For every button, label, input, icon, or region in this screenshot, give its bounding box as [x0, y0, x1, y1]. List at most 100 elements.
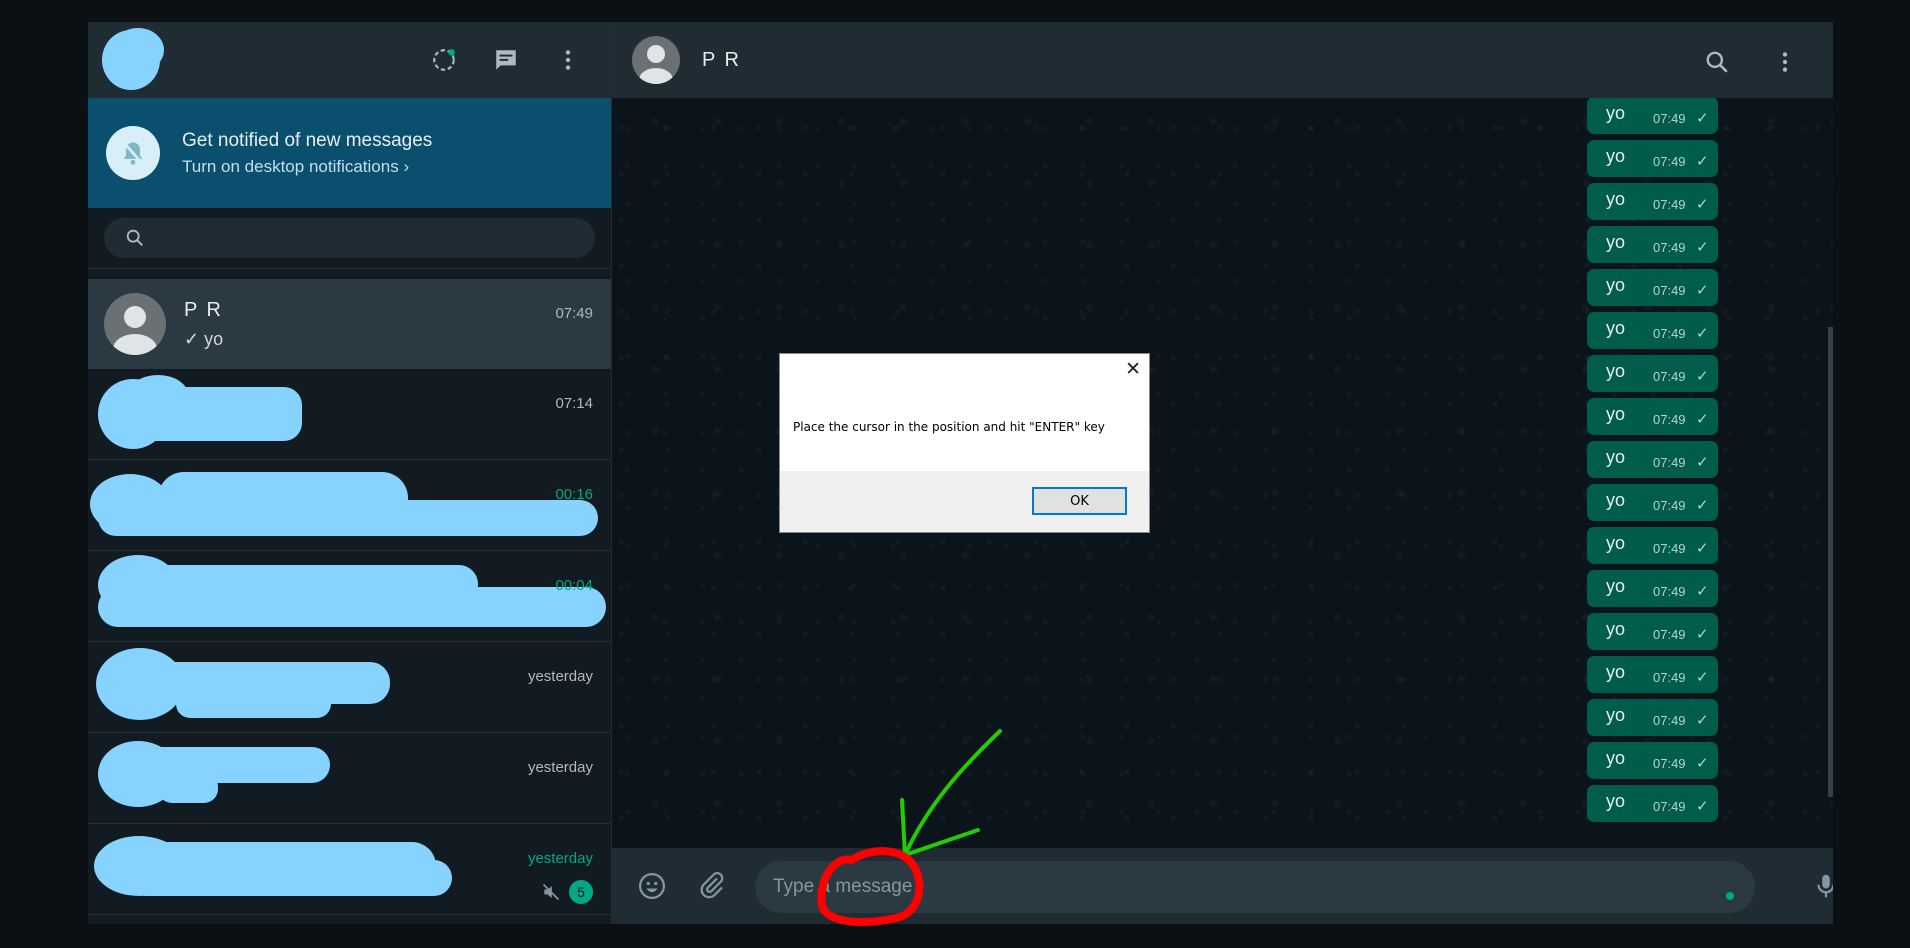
dialog-message: Place the cursor in the position and hit…: [793, 420, 1105, 434]
message-time: 07:49: [1653, 240, 1686, 255]
message-text: yo: [1606, 619, 1626, 639]
message-time: 07:49: [1653, 369, 1686, 384]
search-bar: [88, 208, 611, 269]
sent-check-icon: ✓: [1696, 540, 1709, 557]
chat-item-redacted[interactable]: 00:16: [88, 460, 611, 551]
message-bubble[interactable]: yo 07:49 ✓: [1587, 269, 1718, 306]
message-text: yo: [1606, 748, 1626, 768]
kebab-menu-icon[interactable]: [1767, 44, 1803, 80]
message-input[interactable]: [755, 861, 1755, 913]
message-text: yo: [1606, 662, 1626, 682]
message-time: 07:49: [1653, 111, 1686, 126]
message-text: yo: [1606, 705, 1626, 725]
message-bubble[interactable]: yo 07:49 ✓: [1587, 656, 1718, 693]
close-icon[interactable]: ✕: [1125, 358, 1141, 380]
microphone-icon[interactable]: [1808, 868, 1833, 904]
message-bubble[interactable]: yo 07:49 ✓: [1587, 183, 1718, 220]
message-bubble[interactable]: yo 07:49 ✓: [1587, 484, 1718, 521]
chat-time: yesterday: [527, 850, 593, 867]
sidebar: Get notified of new messages Turn on des…: [88, 22, 612, 924]
chat-item-pr[interactable]: P R ✓ yo 07:49: [88, 279, 611, 369]
message-bubble[interactable]: yo 07:49 ✓: [1587, 226, 1718, 263]
chat-item-redacted[interactable]: 00:04: [88, 551, 611, 642]
message-time: 07:49: [1653, 584, 1686, 599]
message-text: yo: [1606, 232, 1626, 252]
message-time: 07:49: [1653, 541, 1686, 556]
notification-title: Get notified of new messages: [182, 129, 433, 151]
message-time: 07:49: [1653, 455, 1686, 470]
message-time: 07:49: [1653, 756, 1686, 771]
chat-time: 07:49: [555, 305, 593, 322]
message-bubble[interactable]: yo 07:49 ✓: [1587, 742, 1718, 779]
sent-check-icon: ✓: [1696, 755, 1709, 772]
message-bubble[interactable]: yo 07:49 ✓: [1587, 527, 1718, 564]
chat-list: P R ✓ yo 07:49 07:14 00:16 00:04 yesterd…: [88, 279, 611, 915]
sent-check-icon: ✓: [1696, 669, 1709, 686]
message-bubble[interactable]: yo 07:49 ✓: [1587, 699, 1718, 736]
message-text: yo: [1606, 404, 1626, 424]
scrollbar[interactable]: [1828, 327, 1833, 797]
chat-item-redacted[interactable]: yesterday: [88, 733, 611, 824]
message-text: yo: [1606, 576, 1626, 596]
message-bubble[interactable]: yo 07:49 ✓: [1587, 613, 1718, 650]
sent-check-icon: ✓: [1696, 110, 1709, 127]
search-icon: [126, 229, 143, 246]
message-time: 07:49: [1653, 412, 1686, 427]
message-bubble[interactable]: yo 07:49 ✓: [1587, 140, 1718, 177]
sent-check-icon: ✓: [1696, 626, 1709, 643]
sent-check-icon: ✓: [1696, 454, 1709, 471]
status-icon[interactable]: [426, 42, 462, 78]
message-text: yo: [1606, 146, 1626, 166]
message-bubble[interactable]: yo 07:49 ✓: [1587, 785, 1718, 822]
message-bubble[interactable]: yo 07:49 ✓: [1587, 97, 1718, 134]
message-bubble[interactable]: yo 07:49 ✓: [1587, 355, 1718, 392]
notification-link[interactable]: Turn on desktop notifications ›: [182, 157, 432, 177]
message-time: 07:49: [1653, 713, 1686, 728]
message-text: yo: [1606, 533, 1626, 553]
notification-banner[interactable]: Get notified of new messages Turn on des…: [88, 98, 611, 208]
message-bubble[interactable]: yo 07:49 ✓: [1587, 441, 1718, 478]
sent-check-icon: ✓: [1696, 411, 1709, 428]
message-bubble[interactable]: yo 07:49 ✓: [1587, 398, 1718, 435]
sent-check-icon: ✓: [1696, 153, 1709, 170]
message-bubble[interactable]: yo 07:49 ✓: [1587, 312, 1718, 349]
bell-off-icon: [106, 126, 160, 180]
message-text: yo: [1606, 361, 1626, 381]
sent-check-icon: ✓: [1696, 239, 1709, 256]
avatar[interactable]: [632, 36, 680, 84]
sent-check-icon: ✓: [1696, 497, 1709, 514]
search-input[interactable]: [104, 218, 595, 258]
contact-name[interactable]: P R: [702, 49, 741, 72]
chat-time: yesterday: [527, 668, 593, 685]
new-chat-icon[interactable]: [488, 42, 524, 78]
chat-time: 07:14: [555, 395, 593, 412]
message-time: 07:49: [1653, 326, 1686, 341]
chat-time: yesterday: [527, 759, 593, 776]
message-text: yo: [1606, 490, 1626, 510]
message-composer: [612, 848, 1833, 924]
sent-check-icon: ✓: [1696, 196, 1709, 213]
paperclip-icon[interactable]: [694, 868, 730, 904]
conversation-header[interactable]: P R: [612, 22, 1833, 98]
sidebar-header: [88, 22, 611, 98]
muted-speaker-icon: [542, 883, 560, 901]
message-bubble[interactable]: yo 07:49 ✓: [1587, 570, 1718, 607]
message-text: yo: [1606, 275, 1626, 295]
chat-item-redacted[interactable]: 07:14: [88, 369, 611, 460]
message-text: yo: [1606, 189, 1626, 209]
message-text: yo: [1606, 791, 1626, 811]
chat-item-redacted[interactable]: yesterday: [88, 642, 611, 733]
message-time: 07:49: [1653, 627, 1686, 642]
message-text: yo: [1606, 318, 1626, 338]
emoji-icon[interactable]: [634, 868, 670, 904]
message-text: yo: [1606, 447, 1626, 467]
chat-preview: ✓ yo: [184, 329, 224, 349]
sent-check-icon: ✓: [1696, 368, 1709, 385]
ok-button[interactable]: OK: [1032, 487, 1127, 515]
status-dot: [1726, 892, 1734, 900]
kebab-menu-icon[interactable]: [550, 42, 586, 78]
chat-item-redacted[interactable]: yesterday 5: [88, 824, 611, 915]
profile-avatar[interactable]: [102, 28, 164, 92]
message-time: 07:49: [1653, 283, 1686, 298]
search-icon[interactable]: [1699, 44, 1735, 80]
